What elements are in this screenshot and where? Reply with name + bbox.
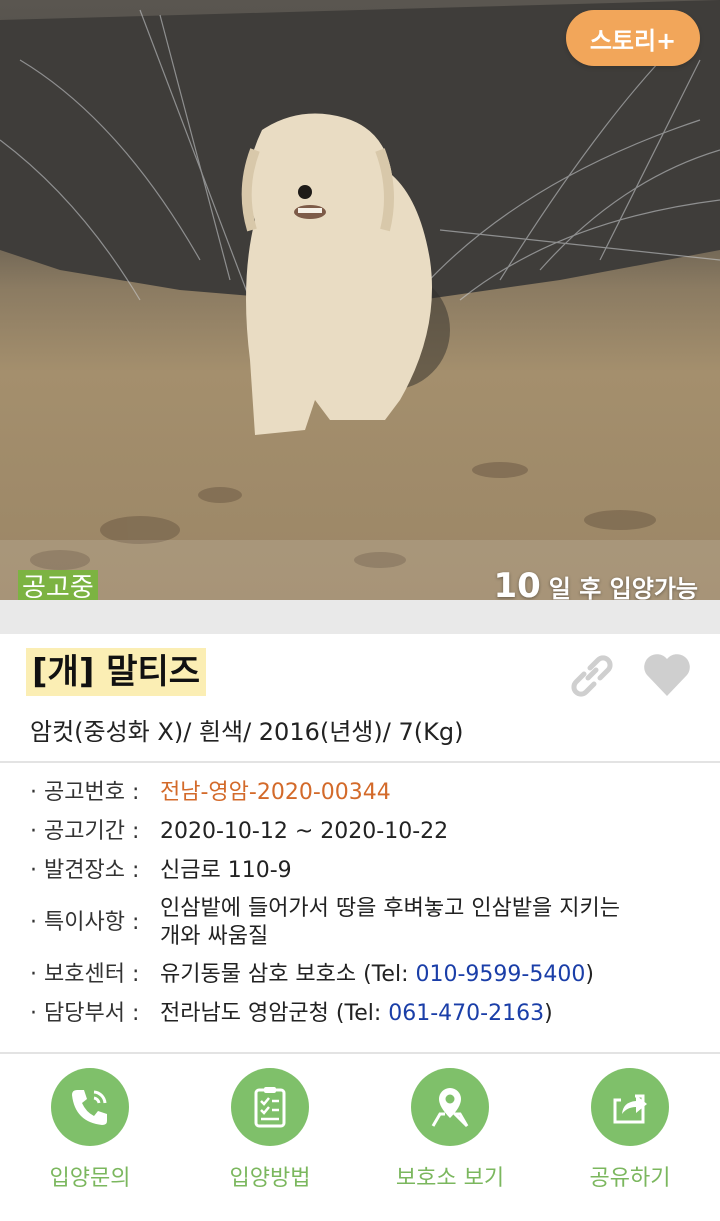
shelter-close-paren: ) — [585, 962, 594, 987]
shelter-value: 유기동물 삼호 보호소 (Tel: 010-9599-5400) — [160, 960, 594, 990]
status-badge: 공고중 — [18, 570, 98, 600]
notice-no-value: 전남-영암-2020-00344 — [160, 780, 391, 805]
info-row-period: · 공고기간 : 2020-10-12 ~ 2020-10-22 — [30, 817, 700, 847]
view-shelter-label: 보호소 보기 — [395, 1166, 505, 1191]
shelter-phone-link[interactable]: 010-9599-5400 — [415, 962, 585, 987]
adoption-inquiry-label: 입양문의 — [49, 1166, 131, 1191]
share-label: 공유하기 — [589, 1166, 671, 1191]
action-bar: 입양문의 입양방법 보호소 보기 공유하기 — [0, 1056, 720, 1221]
view-shelter-button[interactable]: 보호소 보기 — [360, 1056, 540, 1221]
map-pin-icon — [411, 1068, 489, 1146]
clipboard-icon — [231, 1068, 309, 1146]
shelter-label: · 보호센터 : — [30, 962, 140, 987]
phone-icon — [51, 1068, 129, 1146]
info-row-notes: · 특이사항 : 인삼밭에 들어가서 땅을 후벼놓고 인삼밭을 지키는 개와 싸… — [30, 895, 700, 951]
notice-no-label: · 공고번호 : — [30, 780, 140, 805]
info-row-found-place: · 발견장소 : 신금로 110-9 — [30, 856, 700, 886]
animal-title: [개] 말티즈 — [26, 648, 207, 696]
adoption-days-text: 일 후 입양가능 — [548, 575, 698, 600]
animal-photo[interactable]: 스토리+ 공고중 10 일 후 입양가능 — [0, 0, 720, 600]
adoption-inquiry-button[interactable]: 입양문의 — [0, 1056, 180, 1221]
dog-photo-illustration — [0, 0, 720, 600]
info-list: · 공고번호 : 전남-영암-2020-00344 · 공고기간 : 2020-… — [30, 778, 700, 1038]
notes-line-1: 인삼밭에 들어가서 땅을 후벼놓고 인삼밭을 지키는 — [160, 896, 621, 921]
link-icon[interactable] — [566, 650, 616, 700]
notes-value: 인삼밭에 들어가서 땅을 후벼놓고 인삼밭을 지키는 개와 싸움질 — [160, 895, 620, 951]
period-value: 2020-10-12 ~ 2020-10-22 — [160, 819, 449, 844]
divider — [0, 761, 720, 763]
department-phone-link[interactable]: 061-470-2163 — [388, 1001, 544, 1026]
department-close-paren: ) — [544, 1001, 553, 1026]
found-place-value: 신금로 110-9 — [160, 858, 292, 883]
department-label: · 담당부서 : — [30, 1001, 140, 1026]
story-plus-button[interactable]: 스토리+ — [566, 10, 700, 66]
info-row-department: · 담당부서 : 전라남도 영암군청 (Tel: 061-470-2163) — [30, 999, 700, 1029]
photo-bottom-strip — [0, 600, 720, 634]
notes-label: · 특이사항 : — [30, 910, 140, 935]
period-label: · 공고기간 : — [30, 819, 140, 844]
department-value: 전라남도 영암군청 (Tel: 061-470-2163) — [160, 999, 553, 1029]
notes-line-2: 개와 싸움질 — [160, 924, 269, 949]
info-row-shelter: · 보호센터 : 유기동물 삼호 보호소 (Tel: 010-9599-5400… — [30, 960, 700, 990]
animal-subtitle: 암컷(중성화 X)/ 흰색/ 2016(년생)/ 7(Kg) — [30, 718, 464, 746]
adoption-method-label: 입양방법 — [229, 1166, 311, 1191]
department-name: 전라남도 영암군청 (Tel: — [160, 1001, 389, 1026]
adoption-countdown: 10 일 후 입양가능 — [493, 566, 698, 600]
adoption-days-number: 10 — [493, 566, 541, 600]
share-button[interactable]: 공유하기 — [540, 1056, 720, 1221]
share-icon — [591, 1068, 669, 1146]
heart-icon[interactable] — [640, 648, 694, 702]
divider — [0, 1052, 720, 1054]
adoption-method-button[interactable]: 입양방법 — [180, 1056, 360, 1221]
found-place-label: · 발견장소 : — [30, 858, 140, 883]
info-row-notice-no: · 공고번호 : 전남-영암-2020-00344 — [30, 778, 700, 808]
shelter-name: 유기동물 삼호 보호소 (Tel: — [160, 962, 416, 987]
